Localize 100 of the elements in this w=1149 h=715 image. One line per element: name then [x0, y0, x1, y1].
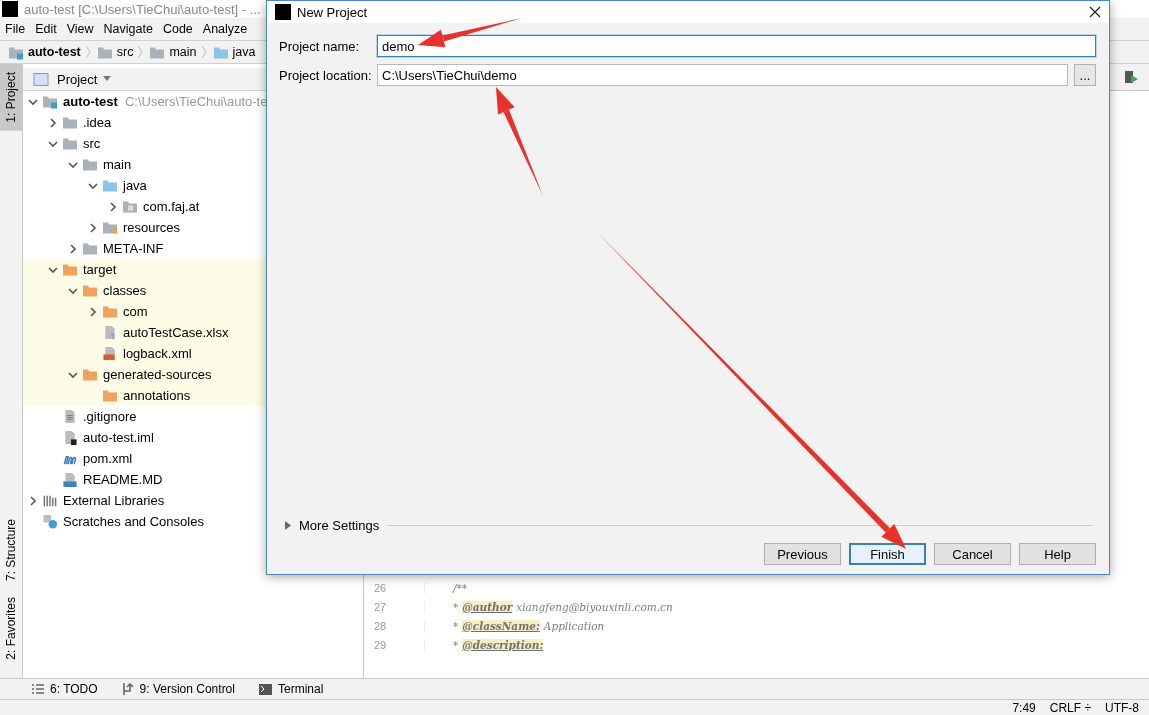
- dialog-button[interactable]: Finish: [849, 543, 926, 565]
- tree-item[interactable]: generated-sources: [103, 367, 212, 382]
- text-field[interactable]: demo: [377, 35, 1096, 57]
- app-logo-icon: [275, 4, 291, 20]
- scratches-icon: [42, 514, 58, 529]
- tree-item[interactable]: logback.xml: [123, 346, 192, 361]
- expand-triangle-icon[interactable]: [285, 521, 291, 530]
- folder-icon: [62, 136, 78, 151]
- tree-item[interactable]: resources: [123, 220, 181, 235]
- window-title: auto-test [C:\Users\TieChui\auto-test] - ...: [24, 1, 261, 17]
- terminal-icon: [258, 683, 272, 695]
- menu-item[interactable]: File: [5, 22, 26, 36]
- tree-item[interactable]: META-INF: [103, 241, 164, 256]
- code-text: Application: [543, 619, 605, 632]
- comment-text: *: [453, 638, 459, 651]
- project-path: C:\Users\TieChui\auto-te: [124, 94, 268, 109]
- javadoc-tag: @className:: [462, 619, 540, 632]
- status-item[interactable]: UTF-8: [1105, 700, 1139, 715]
- chevron-separator-icon: [137, 45, 144, 59]
- tree-item[interactable]: .gitignore: [83, 409, 137, 424]
- comment-text: /**: [453, 581, 468, 594]
- tree-item[interactable]: target: [83, 262, 117, 277]
- folder-icon: [82, 367, 98, 382]
- close-icon[interactable]: [1089, 6, 1101, 18]
- folder-icon: [102, 304, 118, 319]
- tree-item[interactable]: main: [103, 157, 132, 172]
- tree-item[interactable]: auto-test.iml: [83, 430, 154, 445]
- tool-window-tab[interactable]: Terminal: [277, 682, 324, 696]
- tree-item[interactable]: External Libraries: [63, 493, 165, 508]
- branch-icon: [121, 683, 134, 695]
- javadoc-tag: @author: [462, 600, 513, 613]
- tree-item[interactable]: classes: [103, 283, 147, 298]
- app-logo-icon: [2, 1, 18, 17]
- folder-icon: [62, 115, 78, 130]
- dropdown-icon[interactable]: [103, 76, 112, 82]
- folder-icon: [102, 178, 118, 193]
- file-icon: [62, 409, 78, 424]
- tree-item[interactable]: com.faj.at: [143, 199, 200, 214]
- folder-icon: [42, 94, 58, 109]
- browse-button[interactable]: ...: [1074, 64, 1096, 86]
- tool-window-tab[interactable]: 9: Version Control: [139, 682, 235, 696]
- tree-item[interactable]: pom.xml: [83, 451, 133, 466]
- markdown-file-icon: [62, 472, 78, 487]
- line-number: 26: [364, 581, 425, 594]
- folder-icon: [82, 241, 98, 256]
- breadcrumb-item[interactable]: src: [116, 45, 134, 59]
- folder-icon: [102, 388, 118, 403]
- file-icon: [102, 325, 118, 340]
- folder-icon: [82, 157, 98, 172]
- list-icon: [32, 684, 44, 694]
- folder-icon: [122, 199, 138, 214]
- tool-window-tab[interactable]: 7: Structure: [0, 511, 22, 590]
- libraries-icon: [42, 493, 58, 508]
- line-number: 28: [364, 619, 425, 632]
- folder-icon: [82, 283, 98, 298]
- field-label: Project name:: [279, 38, 361, 54]
- dialog-title: New Project: [297, 4, 369, 20]
- tool-window-tab[interactable]: 2: Favorites: [0, 589, 22, 668]
- chevron-separator-icon: [200, 45, 207, 59]
- menu-item[interactable]: Navigate: [103, 22, 153, 36]
- menu-item[interactable]: View: [66, 22, 94, 36]
- status-item[interactable]: 7:49: [1012, 700, 1036, 715]
- tool-window-tab[interactable]: 1: Project: [0, 64, 22, 131]
- tree-item[interactable]: src: [83, 136, 101, 151]
- dialog-button[interactable]: Cancel: [934, 543, 1011, 565]
- menu-item[interactable]: Code: [162, 22, 193, 36]
- tree-item[interactable]: Scratches and Consoles: [63, 514, 204, 529]
- tree-item[interactable]: com: [123, 304, 148, 319]
- tree-item[interactable]: java: [123, 178, 147, 193]
- folder-icon: [102, 220, 118, 235]
- comment-text: *: [453, 619, 459, 632]
- panel-title[interactable]: Project: [57, 71, 98, 87]
- menu-item[interactable]: Edit: [35, 22, 57, 36]
- more-settings-toggle[interactable]: More Settings: [285, 518, 380, 533]
- status-item[interactable]: CRLF ÷: [1049, 700, 1091, 715]
- dialog-button[interactable]: Help: [1019, 543, 1096, 565]
- run-icon[interactable]: [1123, 69, 1139, 85]
- file-icon: [102, 346, 118, 361]
- line-number: 29: [364, 638, 425, 651]
- breadcrumb-item[interactable]: main: [169, 45, 197, 59]
- tree-item[interactable]: annotations: [123, 388, 191, 403]
- javadoc-tag: @description:: [462, 638, 544, 651]
- field-label: Project location:: [279, 67, 371, 83]
- comment-text: *: [453, 600, 459, 613]
- tree-item[interactable]: README.MD: [83, 472, 163, 487]
- code-text: xiangfeng@biyouxinli.com.cn: [516, 600, 673, 613]
- menu-item[interactable]: Analyze: [202, 22, 248, 36]
- panel-icon: [33, 71, 49, 87]
- text-field[interactable]: C:\Users\TieChui\demo: [377, 64, 1068, 86]
- breadcrumb-item[interactable]: auto-test: [28, 45, 81, 59]
- breadcrumb-item[interactable]: java: [232, 45, 256, 59]
- chevron-separator-icon: [84, 45, 91, 59]
- tree-item[interactable]: autoTestCase.xlsx: [123, 325, 229, 340]
- dialog-button[interactable]: Previous: [764, 543, 841, 565]
- file-icon: [62, 430, 78, 445]
- tree-item[interactable]: auto-test: [63, 94, 118, 109]
- tree-item[interactable]: .idea: [83, 115, 112, 130]
- tool-window-tab[interactable]: 6: TODO: [50, 682, 98, 696]
- folder-icon: [62, 262, 78, 277]
- line-number: 27: [364, 600, 425, 613]
